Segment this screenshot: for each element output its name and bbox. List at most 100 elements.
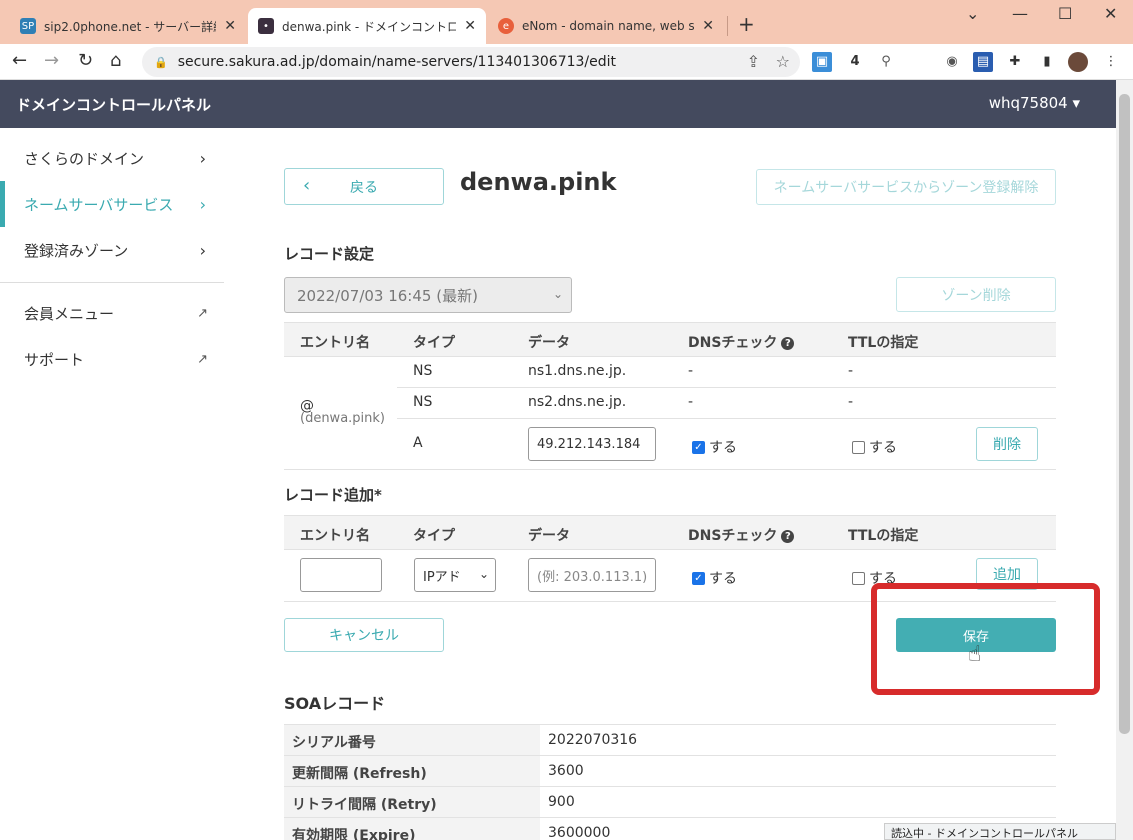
extension-photo-icon[interactable]: ▣	[812, 52, 832, 72]
url-text: secure.sakura.ad.jp/domain/name-servers/…	[177, 54, 617, 70]
zone-delete-button[interactable]: ゾーン削除	[896, 277, 1056, 312]
scrollbar-thumb[interactable]	[1119, 94, 1130, 734]
close-tab-icon[interactable]: ✕	[702, 18, 714, 34]
home-icon[interactable]: ⌂	[110, 50, 121, 71]
soa-row: シリアル番号 2022070316	[284, 724, 1056, 755]
bookmark-star-icon[interactable]: ☆	[776, 52, 790, 71]
sidebar-item-label: 会員メニュー	[24, 304, 115, 323]
tab-title: denwa.pink - ドメインコントロールパネ	[282, 19, 457, 34]
help-icon[interactable]: ?	[781, 337, 795, 350]
highlight-annotation-box	[871, 583, 1100, 695]
external-link-icon: ↗	[197, 351, 208, 367]
share-icon[interactable]: ⇪	[747, 52, 760, 71]
close-tab-icon[interactable]: ✕	[464, 18, 476, 34]
sidebar-item-name-server[interactable]: ネームサーバサービス ›	[0, 181, 224, 227]
browser-tab-strip: SP sip2.0phone.net - サーバー詳細 - さ ✕ • denw…	[0, 0, 1133, 44]
column-dns-check: DNSチェック?	[688, 525, 795, 545]
add-record-heading: レコード追加*	[284, 486, 382, 504]
soa-value: 3600	[548, 763, 584, 779]
delete-record-button[interactable]: 削除	[976, 427, 1038, 461]
browser-tab-denwa[interactable]: • denwa.pink - ドメインコントロールパネ ✕	[248, 8, 486, 44]
record-data-value: 49.212.143.184	[537, 436, 641, 452]
zone-version-select[interactable]: 2022/07/03 16:45 (最新) ⌄	[284, 277, 572, 313]
sidebar-item-support[interactable]: サポート ↗	[0, 336, 224, 382]
help-icon[interactable]: ?	[781, 530, 795, 543]
app-header: ドメインコントロールパネル whq75804 ▾	[0, 80, 1116, 128]
sidebar-item-label: さくらのドメイン	[24, 149, 145, 168]
location-pin-icon[interactable]: ⚲	[876, 52, 896, 72]
column-entry-name: エントリ名	[300, 335, 370, 351]
address-bar[interactable]: 🔒 secure.sakura.ad.jp/domain/name-server…	[142, 47, 800, 77]
more-menu-icon[interactable]: ⋮	[1101, 52, 1121, 72]
row-divider	[397, 387, 1056, 388]
page-scrollbar[interactable]	[1116, 80, 1133, 840]
record-type: A	[413, 435, 423, 451]
sidebar-item-label: 登録済みゾーン	[24, 241, 129, 260]
extension-chat-icon[interactable]: ◉	[942, 52, 962, 72]
browser-tab-sip2[interactable]: SP sip2.0phone.net - サーバー詳細 - さ ✕	[10, 8, 246, 44]
column-type: タイプ	[413, 335, 455, 351]
soa-value: 900	[548, 794, 575, 810]
add-table-header: エントリ名 タイプ データ DNSチェック? TTLの指定	[284, 515, 1056, 550]
record-type: NS	[413, 363, 433, 379]
chevron-right-icon: ›	[199, 194, 206, 214]
ttl-label: する	[869, 440, 897, 456]
page-title: denwa.pink	[460, 168, 617, 196]
zone-version-value: 2022/07/03 16:45 (最新)	[297, 286, 478, 305]
window-close-icon[interactable]: ✕	[1104, 4, 1117, 23]
browser-status-bar: 読込中 - ドメインコントロールパネル	[884, 823, 1116, 840]
back-button[interactable]: ‹ 戻る	[284, 168, 444, 205]
row-divider	[397, 418, 1056, 419]
soa-key: リトライ間隔 (Retry)	[284, 787, 540, 817]
checkbox-unchecked-icon	[852, 571, 865, 585]
chevron-down-icon[interactable]: ⌄	[966, 4, 979, 23]
checkbox-checked-icon: ✓	[692, 440, 705, 454]
chevron-right-icon: ›	[199, 240, 206, 260]
ttl-checkbox[interactable]: する	[852, 437, 897, 457]
record-settings-heading: レコード設定	[284, 245, 375, 263]
soa-value: 2022070316	[548, 732, 638, 748]
cancel-button[interactable]: キャンセル	[284, 618, 444, 652]
profile-avatar[interactable]	[1068, 52, 1088, 72]
soa-value: 3600000	[548, 825, 611, 840]
sidepanel-icon[interactable]: ▮	[1037, 52, 1057, 72]
app-brand[interactable]: ドメインコントロールパネル	[16, 94, 211, 115]
soa-key: 有効期限 (Expire)	[284, 818, 540, 840]
extension-screen-icon[interactable]: ▤	[973, 52, 993, 72]
soa-row: リトライ間隔 (Retry) 900	[284, 786, 1056, 817]
sakura-favicon-icon: SP	[20, 18, 36, 34]
sidebar-item-member-menu[interactable]: 会員メニュー ↗	[0, 290, 224, 336]
type-select[interactable]: IPアド ⌄	[414, 558, 496, 592]
unregister-zone-button[interactable]: ネームサーバサービスからゾーン登録解除	[756, 169, 1056, 205]
tab-title: eNom - domain name, web site h	[522, 19, 695, 33]
record-data: ns1.dns.ne.jp.	[528, 363, 627, 379]
record-data-input[interactable]: 49.212.143.184	[528, 427, 656, 461]
close-tab-icon[interactable]: ✕	[224, 18, 236, 34]
sidebar-item-sakura-domain[interactable]: さくらのドメイン ›	[0, 135, 224, 181]
user-menu[interactable]: whq75804 ▾	[989, 94, 1080, 112]
soa-key: シリアル番号	[284, 725, 540, 755]
tab-separator	[727, 16, 728, 36]
entry-name-input[interactable]	[300, 558, 382, 592]
forward-arrow-icon[interactable]: →	[44, 50, 59, 71]
checkbox-unchecked-icon	[852, 440, 865, 454]
maximize-icon[interactable]: ☐	[1058, 4, 1072, 23]
data-input[interactable]: (例: 203.0.113.1)	[528, 558, 656, 592]
add-dns-check-checkbox[interactable]: ✓ する	[692, 568, 737, 588]
column-data: データ	[528, 528, 570, 544]
row-divider	[284, 469, 1056, 470]
browser-tab-enom[interactable]: e eNom - domain name, web site h ✕	[488, 8, 724, 44]
minimize-icon[interactable]: —	[1012, 4, 1028, 23]
new-tab-icon[interactable]: +	[738, 12, 755, 36]
sidebar-divider	[0, 282, 224, 283]
extension-4-icon[interactable]: 4	[845, 52, 865, 72]
puzzle-extensions-icon[interactable]: ✚	[1005, 52, 1025, 72]
dns-check-checkbox[interactable]: ✓ する	[692, 437, 737, 457]
sidebar-item-registered-zones[interactable]: 登録済みゾーン ›	[0, 227, 224, 273]
back-arrow-icon[interactable]: ←	[12, 50, 27, 71]
external-link-icon: ↗	[197, 305, 208, 321]
data-input-placeholder: (例: 203.0.113.1)	[537, 569, 648, 585]
records-table-header: エントリ名 タイプ データ DNSチェック? TTLの指定	[284, 322, 1056, 357]
column-type: タイプ	[413, 528, 455, 544]
reload-icon[interactable]: ↻	[78, 50, 93, 71]
